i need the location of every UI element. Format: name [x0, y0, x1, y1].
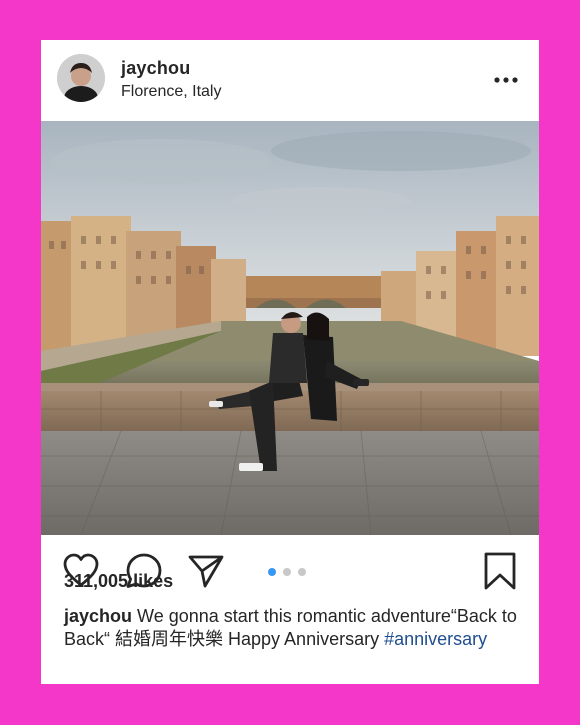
- post-header: jaychou Florence, Italy: [41, 40, 539, 120]
- florence-photo-image: [41, 121, 539, 535]
- post-location[interactable]: Florence, Italy: [121, 83, 221, 101]
- paper-plane-icon[interactable]: [186, 551, 226, 591]
- post-username[interactable]: jaychou: [121, 58, 190, 79]
- caption-username[interactable]: jaychou: [64, 606, 132, 626]
- likes-count[interactable]: 311,005 likes: [64, 571, 173, 592]
- post-caption: jaychou We gonna start this romantic adv…: [64, 605, 534, 651]
- carousel-dot: [283, 568, 291, 576]
- carousel-indicator: [268, 568, 312, 578]
- carousel-dot: [298, 568, 306, 576]
- hashtag-link[interactable]: #anniversary: [384, 629, 487, 649]
- avatar[interactable]: [57, 54, 105, 102]
- instagram-post-card: jaychou Florence, Italy 311,005 likes ja…: [41, 40, 539, 684]
- avatar-photo: [57, 54, 105, 102]
- carousel-dot-active: [268, 568, 276, 576]
- more-options-icon[interactable]: [491, 74, 521, 86]
- bookmark-icon[interactable]: [480, 551, 520, 591]
- post-photo[interactable]: [41, 121, 539, 535]
